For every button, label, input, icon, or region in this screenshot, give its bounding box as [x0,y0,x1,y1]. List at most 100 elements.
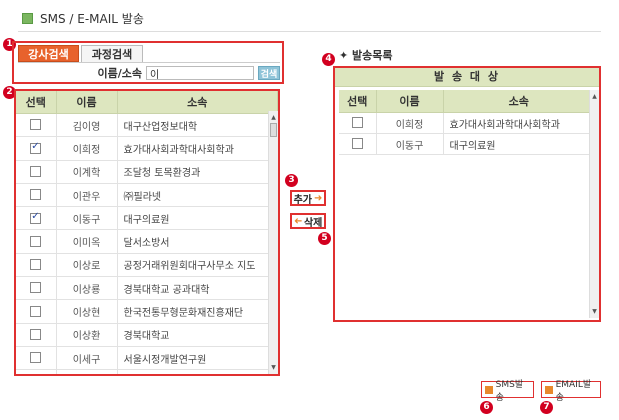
instructor-row-affiliation: 대구의료원 [117,206,278,231]
instructor-row-affiliation: 공정거래위원회대구사무소 지도 [117,253,278,278]
instructor-row[interactable]: 김이영 대구산업정보대학 [16,113,278,138]
instructor-row-checkbox[interactable] [30,211,42,224]
add-button[interactable]: 추가 ➜ [290,190,326,206]
instructor-row-affiliation: 서울시정개발연구원 [117,346,278,371]
instructor-row-name: 이상환 [56,323,118,347]
instructor-row-checkbox[interactable] [30,119,42,131]
scroll-down-icon[interactable]: ▼ [269,363,278,372]
send-target-header: 발 송 대 상 [335,68,599,87]
instructor-row-checkbox[interactable] [30,259,42,271]
instructor-row-select-cell [16,369,57,374]
instructor-row-select-cell [16,276,57,301]
step-badge-5: 5 [318,232,331,245]
target-row-name: 이동구 [376,133,444,155]
search-input[interactable] [146,66,254,80]
instructor-list-panel: 선택 이름 소속 김이영대구산업정보대학이희정효가대사회과학대사회학과이계학조달… [14,89,280,376]
instructor-row[interactable]: 이수연대구한의대학교 [16,369,278,374]
sms-icon [485,385,493,394]
scroll-up-icon[interactable]: ▲ [269,113,278,122]
instructor-row[interactable]: 이상환 경북대학교 [16,323,278,347]
tab-instructor-search[interactable]: 강사검색 [18,45,79,62]
search-row: 이름/소속 검색 [18,65,280,81]
instructor-row-name: 이동구 [56,206,118,231]
sms-send-label: SMS발송 [495,379,524,403]
instructor-row[interactable]: 이상로 공정거래위원회대구사무소 지도 [16,253,278,278]
instructor-row-select-cell [16,160,57,184]
instructor-table-header: 선택 이름 소속 [16,91,278,114]
instructor-row-affiliation: 한국전통무형문화재진흥재단 [117,299,278,324]
instructor-row-affiliation: 경북대학교 [117,323,278,347]
step-badge-3: 3 [285,174,298,187]
instructor-row-name: 이세구 [56,346,118,371]
target-row[interactable]: 이희정 효가대사회과학대사회학과 [339,112,595,134]
instructor-row-select-cell [16,323,57,347]
title-bullet-icon [22,12,33,24]
instructor-row-affiliation: 효가대사회과학대사회학과 [117,136,278,161]
instructor-row-checkbox[interactable] [30,141,42,154]
instructor-row-checkbox[interactable] [30,282,42,294]
instructor-row-name: 이계학 [56,160,118,184]
instructor-row[interactable]: 이미옥 달서소방서 [16,229,278,254]
tab-divider [18,62,280,63]
email-send-button[interactable]: EMAIL발송 [541,380,601,403]
instructor-row-checkbox[interactable] [30,352,42,364]
sms-send-button[interactable]: SMS발송 [481,380,534,403]
instructor-row-name: 이상룡 [56,276,118,301]
target-row-checkbox[interactable] [351,117,363,129]
search-button[interactable]: 검색 [258,66,280,80]
instructor-row-checkbox[interactable] [30,305,42,317]
instructor-row-affiliation: 경북대학교 공과대학 [117,276,278,301]
instructor-row[interactable]: 이세구 서울시정개발연구원 [16,346,278,371]
target-row-select-cell [339,133,377,155]
page-title-text: SMS / E-MAIL 발송 [40,11,144,26]
instructor-row-checkbox[interactable] [30,189,42,201]
target-row-checkbox[interactable] [351,138,363,150]
instructor-row-checkbox[interactable] [30,165,42,177]
step-badge-6: 6 [480,401,493,414]
instructor-row-name: 이희정 [56,136,118,161]
target-row-select-cell [339,112,377,134]
instructor-row-name: 이상현 [56,299,118,324]
email-icon [545,385,553,394]
arrow-left-icon: ➜ [293,215,302,227]
instructor-row-affiliation: 달서소방서 [117,229,278,254]
target-scroll-up-icon[interactable]: ▲ [590,92,599,101]
instructor-row[interactable]: 이동구대구의료원 [16,206,278,231]
target-scroll-down-icon[interactable]: ▼ [590,307,599,316]
instructor-row-affiliation: ㈜필라넷 [117,183,278,208]
instructor-row-name: 이관우 [56,183,118,208]
instructor-row[interactable]: 이상현 한국전통무형문화재진흥재단 [16,299,278,324]
tab-course-search[interactable]: 과정검색 [81,45,143,62]
instructor-row-select-cell [16,346,57,371]
target-column-select: 선택 [339,90,377,113]
instructor-row-name: 이수연 [56,369,118,374]
delete-button-label: 삭제 [303,217,323,229]
column-header-name: 이름 [56,91,118,114]
instructor-row-checkbox[interactable] [30,329,42,341]
list-scrollbar[interactable]: ▲ ▼ [268,111,278,374]
instructor-row[interactable]: 이관우 ㈜필라넷 [16,183,278,208]
send-target-inner: 선택 이름 소속 이희정 효가대사회과학대사회학과 이동구 대구의료원 [339,90,595,155]
instructor-row[interactable]: 이상룡 경북대학교 공과대학 [16,276,278,301]
instructor-row[interactable]: 이계학 조달청 토목환경과 [16,160,278,184]
send-list-label: ✦ 발송목록 [339,49,393,62]
target-row[interactable]: 이동구 대구의료원 [339,133,595,155]
send-target-table: 선택 이름 소속 이희정 효가대사회과학대사회학과 이동구 대구의료원 [339,90,595,155]
target-scrollbar[interactable]: ▲ ▼ [589,90,599,318]
send-list-label-text: 발송목록 [352,49,393,62]
instructor-row-checkbox[interactable] [30,235,42,247]
step-badge-4: 4 [322,53,335,66]
delete-button[interactable]: ➜ 삭제 [290,213,326,229]
instructor-row-select-cell [16,136,57,161]
page-title: SMS / E-MAIL 발송 [22,10,144,26]
instructor-row[interactable]: 이희정효가대사회과학대사회학과 [16,136,278,161]
email-send-label: EMAIL발송 [555,379,592,403]
target-row-name: 이희정 [376,112,444,134]
instructor-row-name: 김이영 [56,113,118,138]
send-target-panel: 발 송 대 상 선택 이름 소속 이희정 효가대사회과학대사회학과 이동구 대구의료원… [333,66,601,322]
instructor-row-select-cell [16,183,57,208]
instructor-table: 선택 이름 소속 김이영대구산업정보대학이희정효가대사회과학대사회학과이계학조달… [16,91,278,374]
column-header-affiliation: 소속 [117,91,278,114]
instructor-row-affiliation: 대구한의대학교 [117,369,278,374]
scroll-thumb[interactable] [270,123,277,137]
